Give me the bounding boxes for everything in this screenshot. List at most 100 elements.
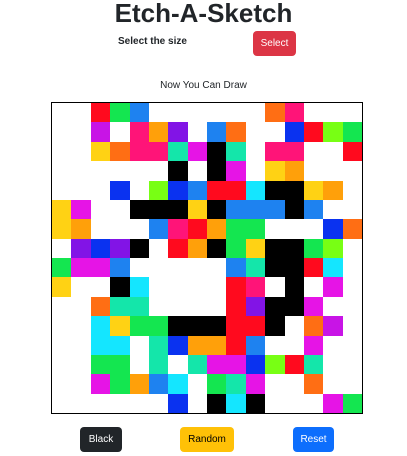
grid-cell[interactable] <box>323 199 343 220</box>
grid-cell[interactable] <box>207 277 227 297</box>
grid-cell[interactable] <box>110 122 130 142</box>
grid-cell[interactable] <box>71 335 91 355</box>
grid-cell[interactable] <box>52 316 72 336</box>
grid-cell[interactable] <box>284 161 304 181</box>
grid-cell[interactable] <box>148 374 169 394</box>
grid-cell[interactable] <box>303 277 324 297</box>
grid-cell[interactable] <box>245 258 266 278</box>
grid-cell[interactable] <box>303 374 324 394</box>
grid-cell[interactable] <box>168 103 188 123</box>
grid-cell[interactable] <box>323 393 343 413</box>
grid-cell[interactable] <box>342 296 362 317</box>
grid-cell[interactable] <box>187 122 207 142</box>
grid-cell[interactable] <box>284 122 304 142</box>
grid-cell[interactable] <box>148 335 169 355</box>
grid-cell[interactable] <box>303 335 324 355</box>
grid-cell[interactable] <box>129 238 149 258</box>
grid-cell[interactable] <box>52 258 72 278</box>
grid-cell[interactable] <box>323 180 343 200</box>
grid-cell[interactable] <box>71 161 91 181</box>
grid-cell[interactable] <box>129 277 149 297</box>
grid-cell[interactable] <box>168 354 188 375</box>
grid-cell[interactable] <box>187 219 207 239</box>
grid-cell[interactable] <box>148 296 169 317</box>
grid-cell[interactable] <box>245 374 266 394</box>
grid-cell[interactable] <box>110 374 130 394</box>
grid-cell[interactable] <box>265 199 285 220</box>
grid-cell[interactable] <box>342 161 362 181</box>
grid-cell[interactable] <box>168 393 188 413</box>
grid-cell[interactable] <box>226 180 246 200</box>
grid-cell[interactable] <box>71 122 91 142</box>
grid-cell[interactable] <box>90 161 111 181</box>
grid-cell[interactable] <box>148 258 169 278</box>
grid-cell[interactable] <box>265 219 285 239</box>
grid-cell[interactable] <box>90 180 111 200</box>
grid-cell[interactable] <box>90 199 111 220</box>
grid-cell[interactable] <box>303 122 324 142</box>
grid-cell[interactable] <box>207 335 227 355</box>
grid-cell[interactable] <box>342 238 362 258</box>
grid-cell[interactable] <box>90 354 111 375</box>
grid-cell[interactable] <box>303 141 324 162</box>
grid-cell[interactable] <box>303 238 324 258</box>
grid-cell[interactable] <box>226 161 246 181</box>
grid-cell[interactable] <box>129 316 149 336</box>
grid-cell[interactable] <box>148 180 169 200</box>
grid-cell[interactable] <box>129 219 149 239</box>
grid-cell[interactable] <box>323 277 343 297</box>
grid-cell[interactable] <box>168 161 188 181</box>
grid-cell[interactable] <box>284 316 304 336</box>
grid-cell[interactable] <box>90 258 111 278</box>
grid-cell[interactable] <box>342 103 362 123</box>
grid-cell[interactable] <box>226 219 246 239</box>
grid-cell[interactable] <box>71 219 91 239</box>
grid-cell[interactable] <box>342 219 362 239</box>
grid-cell[interactable] <box>71 103 91 123</box>
grid-cell[interactable] <box>110 258 130 278</box>
grid-cell[interactable] <box>110 296 130 317</box>
grid-cell[interactable] <box>168 219 188 239</box>
grid-cell[interactable] <box>110 141 130 162</box>
grid-cell[interactable] <box>284 199 304 220</box>
grid-cell[interactable] <box>110 335 130 355</box>
grid-cell[interactable] <box>71 180 91 200</box>
grid-cell[interactable] <box>71 199 91 220</box>
grid-cell[interactable] <box>323 238 343 258</box>
grid-cell[interactable] <box>265 161 285 181</box>
grid-cell[interactable] <box>226 238 246 258</box>
grid-cell[interactable] <box>303 199 324 220</box>
grid-cell[interactable] <box>303 296 324 317</box>
grid-cell[interactable] <box>168 141 188 162</box>
grid-cell[interactable] <box>226 141 246 162</box>
grid-cell[interactable] <box>323 141 343 162</box>
grid-cell[interactable] <box>303 180 324 200</box>
grid-cell[interactable] <box>168 258 188 278</box>
grid-cell[interactable] <box>71 296 91 317</box>
grid-cell[interactable] <box>129 161 149 181</box>
grid-cell[interactable] <box>245 219 266 239</box>
grid-cell[interactable] <box>90 238 111 258</box>
grid-cell[interactable] <box>168 180 188 200</box>
grid-cell[interactable] <box>52 161 72 181</box>
grid-cell[interactable] <box>148 277 169 297</box>
grid-cell[interactable] <box>110 219 130 239</box>
grid-cell[interactable] <box>303 354 324 375</box>
grid-cell[interactable] <box>245 122 266 142</box>
grid-cell[interactable] <box>303 161 324 181</box>
grid-cell[interactable] <box>245 296 266 317</box>
grid-cell[interactable] <box>71 141 91 162</box>
grid-cell[interactable] <box>187 393 207 413</box>
grid-cell[interactable] <box>168 374 188 394</box>
grid-cell[interactable] <box>71 316 91 336</box>
grid-cell[interactable] <box>265 393 285 413</box>
grid-cell[interactable] <box>148 393 169 413</box>
grid-cell[interactable] <box>245 103 266 123</box>
grid-cell[interactable] <box>226 393 246 413</box>
grid-cell[interactable] <box>148 122 169 142</box>
grid-cell[interactable] <box>168 296 188 317</box>
grid-cell[interactable] <box>148 316 169 336</box>
grid-cell[interactable] <box>71 374 91 394</box>
grid-cell[interactable] <box>303 393 324 413</box>
grid-cell[interactable] <box>284 219 304 239</box>
